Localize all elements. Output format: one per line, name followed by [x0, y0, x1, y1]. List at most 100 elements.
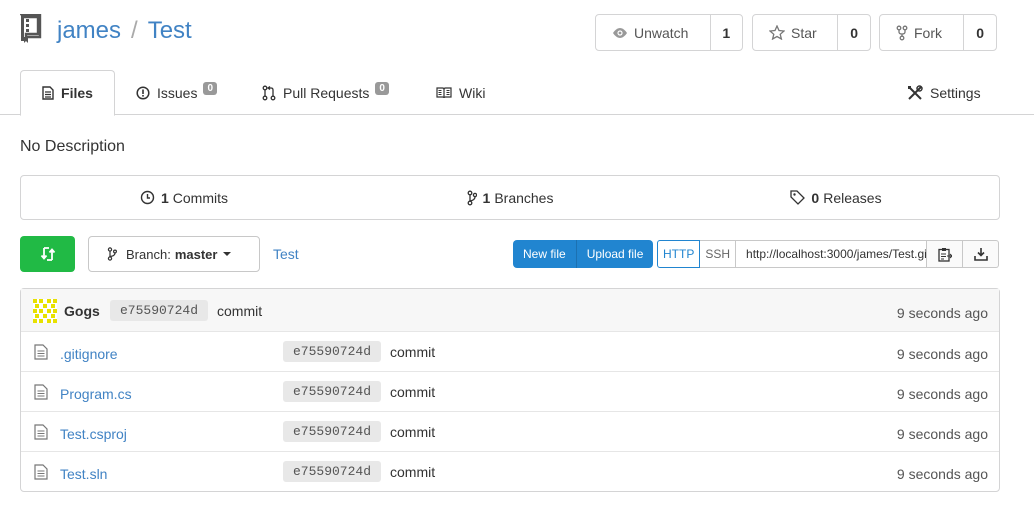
branches-stat[interactable]: 1 Branches	[347, 176, 673, 219]
star-button[interactable]: Star	[753, 15, 839, 50]
clone-url-input[interactable]: http://localhost:3000/james/Test.git	[736, 240, 928, 268]
repo-owner-link[interactable]: james	[57, 17, 121, 44]
branches-count: 1	[482, 189, 491, 206]
fork-button-group: Fork 0	[879, 14, 997, 51]
releases-stat[interactable]: 0 Releases	[673, 176, 999, 219]
branches-label: Branches	[494, 189, 554, 206]
unwatch-label: Unwatch	[634, 24, 689, 41]
history-icon	[140, 190, 155, 205]
branch-name: master	[174, 246, 218, 262]
commits-stat[interactable]: 1 Commits	[21, 176, 347, 219]
tab-issues-label: Issues	[157, 84, 198, 101]
tab-settings[interactable]: Settings	[907, 70, 981, 115]
file-commit-time: 9 seconds ago	[896, 426, 988, 442]
file-commit-message[interactable]: commit	[390, 464, 435, 480]
star-icon	[769, 25, 785, 40]
issue-icon	[136, 85, 150, 100]
file-row: Program.cs e75590724d commit 9 seconds a…	[21, 372, 999, 412]
commit-message: commit	[217, 303, 263, 319]
tab-pull-requests[interactable]: Pull Requests 0	[262, 70, 389, 115]
tab-files[interactable]: Files	[20, 70, 115, 116]
watch-count[interactable]: 1	[711, 15, 742, 50]
tab-pull-requests-label: Pull Requests	[283, 84, 370, 101]
repo-name-link[interactable]: Test	[148, 17, 192, 44]
fork-label: Fork	[914, 24, 942, 41]
file-row: Test.sln e75590724d commit 9 seconds ago	[21, 452, 999, 492]
branch-icon	[467, 190, 477, 205]
file-icon	[34, 384, 48, 400]
new-file-button[interactable]: New file	[513, 240, 577, 268]
star-label: Star	[791, 24, 817, 41]
file-commit-message[interactable]: commit	[390, 344, 435, 360]
star-button-group: Star 0	[752, 14, 871, 51]
file-commit-time: 9 seconds ago	[896, 346, 988, 362]
issues-count-badge: 0	[203, 82, 218, 95]
repo-description: No Description	[20, 138, 125, 155]
file-row: Test.csproj e75590724d commit 9 seconds …	[21, 412, 999, 452]
fork-count[interactable]: 0	[964, 15, 996, 50]
repo-stats: 1 Commits 1 Branches 0 Releases	[20, 175, 1000, 220]
clipboard-icon	[937, 247, 952, 262]
commits-count: 1	[160, 189, 169, 206]
fork-button[interactable]: Fork	[880, 15, 965, 50]
repo-icon	[20, 14, 42, 43]
unwatch-button[interactable]: Unwatch	[596, 15, 711, 50]
copy-url-button[interactable]	[927, 240, 964, 268]
file-commit-time: 9 seconds ago	[896, 386, 988, 402]
releases-label: Releases	[823, 189, 882, 206]
tab-settings-label: Settings	[930, 84, 981, 101]
file-row: .gitignore e75590724d commit 9 seconds a…	[21, 332, 999, 372]
file-icon	[34, 464, 48, 480]
star-count[interactable]: 0	[838, 15, 870, 50]
download-icon	[973, 248, 988, 261]
pulls-count-badge: 0	[375, 82, 389, 95]
branch-prefix: Branch:	[126, 246, 171, 262]
file-name-link[interactable]: .gitignore	[60, 346, 118, 362]
tab-files-label: Files	[61, 85, 93, 101]
file-commit-sha[interactable]: e75590724d	[283, 381, 382, 402]
repo-header: james / Test Unwatch 1 Star 0 Fork 0	[0, 0, 1034, 70]
file-commit-message[interactable]: commit	[390, 424, 435, 440]
branch-selector[interactable]: Branch: master	[88, 236, 260, 272]
repo-title: james / Test	[57, 17, 192, 45]
compare-button[interactable]	[20, 236, 75, 272]
http-button[interactable]: HTTP	[657, 240, 701, 268]
tab-issues[interactable]: Issues 0	[136, 70, 218, 115]
file-name-link[interactable]: Test.sln	[60, 466, 107, 482]
path-breadcrumb[interactable]: Test	[273, 246, 299, 262]
file-name-link[interactable]: Test.csproj	[60, 426, 127, 442]
file-commit-sha[interactable]: e75590724d	[283, 341, 382, 362]
book-icon	[436, 86, 452, 98]
chevron-down-icon	[223, 252, 232, 256]
file-icon	[34, 424, 48, 440]
pull-request-icon	[262, 85, 276, 100]
file-actions: New file Upload file	[513, 240, 654, 268]
file-name-link[interactable]: Program.cs	[60, 386, 132, 402]
file-icon	[34, 344, 48, 360]
eye-icon	[613, 27, 627, 38]
ssh-button[interactable]: SSH	[700, 240, 737, 268]
releases-count: 0	[811, 189, 820, 206]
file-table: Gogs e75590724d commit 9 seconds ago .gi…	[20, 288, 1000, 492]
file-text-icon	[42, 86, 54, 100]
file-commit-message[interactable]: commit	[390, 384, 435, 400]
upload-file-button[interactable]: Upload file	[577, 240, 654, 268]
compare-icon	[40, 247, 55, 261]
watch-button-group: Unwatch 1	[595, 14, 743, 51]
tag-icon	[790, 190, 806, 205]
download-button[interactable]	[963, 240, 1000, 268]
tools-icon	[908, 84, 923, 100]
tab-wiki-label: Wiki	[459, 84, 486, 101]
avatar	[33, 299, 57, 323]
repo-title-separator: /	[131, 17, 138, 44]
repo-tabs: Files Issues 0 Pull Requests 0 Wiki Sett…	[0, 70, 1034, 116]
commit-author[interactable]: Gogs	[64, 303, 100, 319]
tab-wiki[interactable]: Wiki	[436, 70, 485, 115]
file-commit-sha[interactable]: e75590724d	[283, 421, 382, 442]
latest-commit-row: Gogs e75590724d commit 9 seconds ago	[21, 289, 999, 332]
commit-sha[interactable]: e75590724d	[110, 300, 209, 321]
branch-icon	[107, 247, 117, 261]
file-commit-time: 9 seconds ago	[896, 466, 988, 482]
file-commit-sha[interactable]: e75590724d	[283, 461, 382, 482]
commits-label: Commits	[172, 189, 229, 206]
